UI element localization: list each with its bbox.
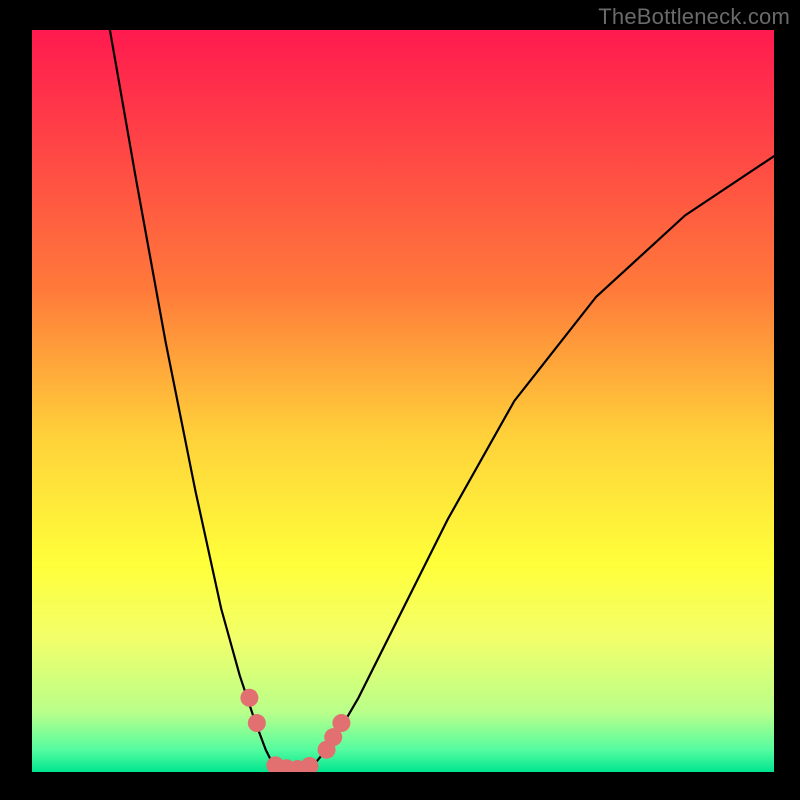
chart-background bbox=[32, 30, 774, 772]
plot-area bbox=[32, 30, 774, 772]
data-marker bbox=[240, 689, 258, 707]
chart-frame: TheBottleneck.com bbox=[0, 0, 800, 800]
data-marker bbox=[248, 714, 266, 732]
data-marker bbox=[332, 714, 350, 732]
watermark-text: TheBottleneck.com bbox=[598, 4, 790, 30]
chart-svg bbox=[32, 30, 774, 772]
